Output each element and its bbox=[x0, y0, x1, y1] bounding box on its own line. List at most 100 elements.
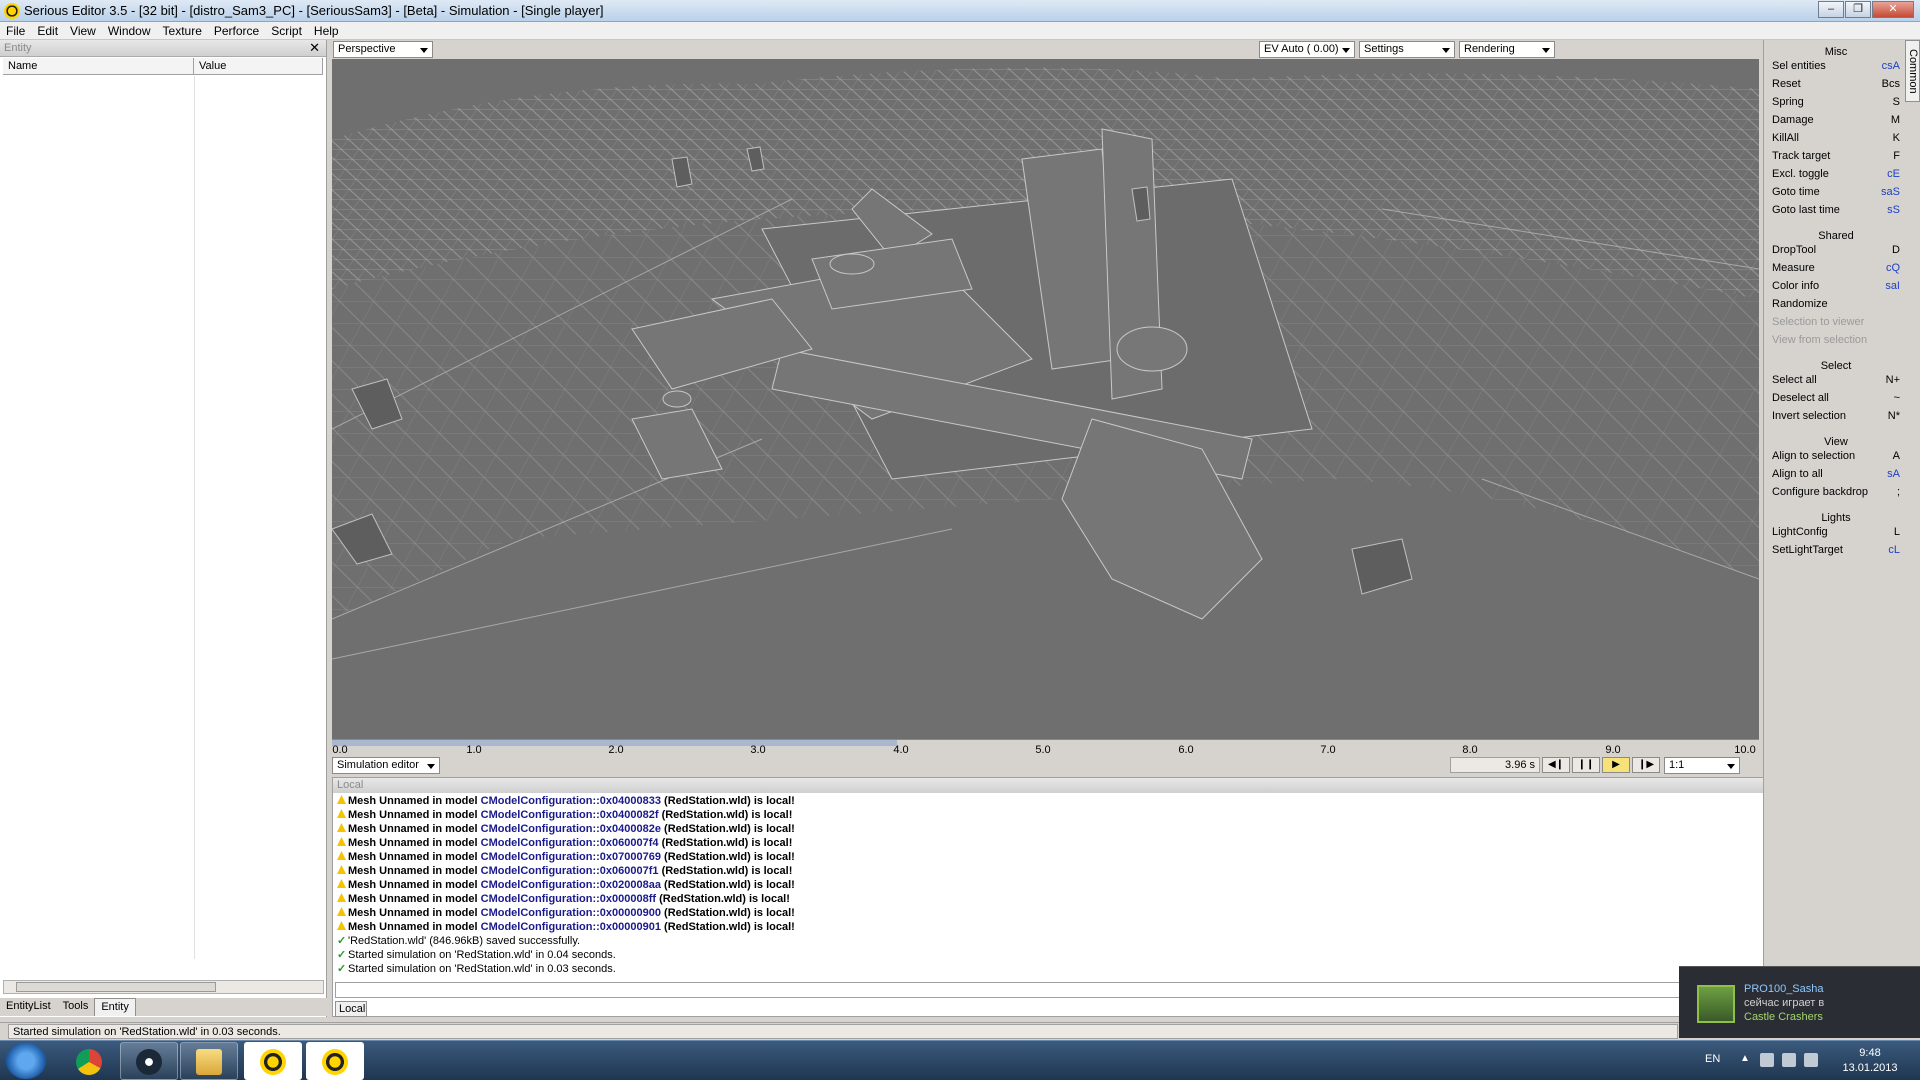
taskbar-chrome[interactable] bbox=[60, 1042, 118, 1080]
shortcut-item[interactable]: Reset Bcs bbox=[1772, 78, 1900, 94]
log-text: Mesh Unnamed in model bbox=[348, 921, 481, 933]
toast-action: сейчас играет в bbox=[1744, 997, 1825, 1009]
log-link[interactable]: CModelConfiguration::0x04000833 bbox=[481, 795, 661, 807]
action-center-icon[interactable] bbox=[1760, 1053, 1774, 1067]
log-link[interactable]: CModelConfiguration::0x060007f4 bbox=[481, 837, 659, 849]
start-button[interactable] bbox=[6, 1043, 46, 1079]
tab-common[interactable]: Common bbox=[1905, 40, 1920, 102]
close-button[interactable]: ✕ bbox=[1872, 1, 1914, 18]
taskbar-steam[interactable] bbox=[120, 1042, 178, 1080]
shortcut-item[interactable]: Goto time saS bbox=[1772, 186, 1900, 202]
shortcut-label: KillAll bbox=[1772, 132, 1799, 144]
timeline[interactable]: 0.0 1.0 2.0 3.0 4.0 5.0 6.0 7.0 8.0 9.0 … bbox=[332, 739, 1759, 756]
rendering-select[interactable]: Rendering bbox=[1459, 41, 1555, 58]
log-link[interactable]: CModelConfiguration::0x020008aa bbox=[481, 879, 661, 891]
step-forward-button[interactable]: ❙▶ bbox=[1632, 757, 1660, 773]
console-input[interactable] bbox=[335, 982, 1695, 998]
log-link[interactable]: CModelConfiguration::0x0400082e bbox=[481, 823, 661, 835]
shortcut-item[interactable]: Excl. toggle cE bbox=[1772, 168, 1900, 184]
menu-view[interactable]: View bbox=[64, 24, 102, 38]
speed-select[interactable]: 1:1 bbox=[1664, 757, 1740, 774]
menu-texture[interactable]: Texture bbox=[157, 24, 208, 38]
serious-sam-icon bbox=[322, 1049, 348, 1075]
tick-label: 9.0 bbox=[1605, 744, 1621, 756]
exposure-select[interactable]: EV Auto ( 0.00) bbox=[1259, 41, 1355, 58]
settings-select[interactable]: Settings bbox=[1359, 41, 1455, 58]
menu-file[interactable]: File bbox=[0, 24, 31, 38]
taskbar-serious-editor[interactable] bbox=[244, 1042, 302, 1080]
menu-script[interactable]: Script bbox=[265, 24, 308, 38]
scrollbar-thumb[interactable] bbox=[16, 982, 216, 992]
shortcut-label: Configure backdrop bbox=[1772, 486, 1869, 498]
shortcut-item[interactable]: Spring S bbox=[1772, 96, 1900, 112]
log-link[interactable]: CModelConfiguration::0x060007f1 bbox=[481, 865, 659, 877]
shortcut-key: cE bbox=[1887, 168, 1900, 180]
entity-panel-title: Entity bbox=[4, 42, 32, 54]
shortcut-key: D bbox=[1892, 244, 1900, 256]
shortcut-item[interactable]: Sel entities csA bbox=[1772, 60, 1900, 76]
language-indicator[interactable]: EN bbox=[1705, 1053, 1720, 1065]
warning-icon bbox=[337, 879, 346, 888]
section-heading: Misc bbox=[1824, 46, 1848, 58]
clock-time: 9:48 bbox=[1859, 1047, 1881, 1059]
log-link[interactable]: CModelConfiguration::0x00000900 bbox=[481, 907, 661, 919]
log-text: (RedStation.wld) is local! bbox=[658, 809, 793, 821]
clock[interactable]: 9:48 13.01.2013 bbox=[1830, 1046, 1910, 1076]
column-value[interactable]: Value bbox=[194, 58, 323, 74]
warning-icon bbox=[337, 907, 346, 916]
shortcut-item[interactable]: Align to all sA bbox=[1772, 468, 1900, 484]
volume-icon[interactable] bbox=[1804, 1053, 1818, 1067]
shortcut-item[interactable]: Align to selection A bbox=[1772, 450, 1900, 466]
steam-notification[interactable]: PRO100_Sasha сейчас играет в Castle Cras… bbox=[1679, 966, 1920, 1038]
shortcut-item[interactable]: Goto last time sS bbox=[1772, 204, 1900, 220]
pause-button[interactable]: ❙❙ bbox=[1572, 757, 1600, 773]
tab-local[interactable]: Local bbox=[335, 1001, 367, 1017]
log-link[interactable]: CModelConfiguration::0x07000769 bbox=[481, 851, 661, 863]
shortcut-item[interactable]: Color info saI bbox=[1772, 280, 1900, 296]
minimize-button[interactable]: – bbox=[1818, 1, 1844, 18]
shortcut-label: View from selection bbox=[1772, 334, 1868, 346]
maximize-button[interactable]: ❐ bbox=[1845, 1, 1871, 18]
shortcut-item[interactable]: Select all N+ bbox=[1772, 374, 1900, 390]
shortcut-item[interactable]: Track target F bbox=[1772, 150, 1900, 166]
view-mode-select[interactable]: Perspective bbox=[333, 41, 433, 58]
shortcut-item[interactable]: Randomize bbox=[1772, 298, 1900, 314]
log-text: Mesh Unnamed in model bbox=[348, 851, 481, 863]
step-back-button[interactable]: ◀❙ bbox=[1542, 757, 1570, 773]
shortcut-item[interactable]: LightConfig L bbox=[1772, 526, 1900, 542]
sim-mode-select[interactable]: Simulation editor bbox=[332, 757, 440, 774]
log-link[interactable]: CModelConfiguration::0x0400082f bbox=[481, 809, 659, 821]
checkmark-icon: ✓ bbox=[337, 963, 347, 975]
show-hidden-icon[interactable]: ▲ bbox=[1740, 1053, 1754, 1067]
shortcut-item[interactable]: Measure cQ bbox=[1772, 262, 1900, 278]
log-link[interactable]: CModelConfiguration::0x000008ff bbox=[481, 893, 656, 905]
shortcut-item[interactable]: Configure backdrop; bbox=[1772, 486, 1900, 502]
menu-edit[interactable]: Edit bbox=[31, 24, 64, 38]
network-icon[interactable] bbox=[1782, 1053, 1796, 1067]
play-button[interactable]: ▶ bbox=[1602, 757, 1630, 773]
shortcut-item[interactable]: Invert selection N* bbox=[1772, 410, 1900, 426]
horizontal-scrollbar[interactable] bbox=[3, 980, 324, 994]
taskbar-serious-sam[interactable] bbox=[306, 1042, 364, 1080]
shortcut-key: saS bbox=[1881, 186, 1900, 198]
menu-window[interactable]: Window bbox=[102, 24, 157, 38]
log-line: Mesh Unnamed in model CModelConfiguratio… bbox=[337, 906, 1917, 920]
close-icon[interactable]: ✕ bbox=[309, 40, 320, 56]
taskbar-explorer[interactable] bbox=[180, 1042, 238, 1080]
shortcut-item[interactable]: KillAll K bbox=[1772, 132, 1900, 148]
tab-entity[interactable]: Entity bbox=[94, 998, 136, 1016]
shortcut-item[interactable]: SetLightTarget cL bbox=[1772, 544, 1900, 560]
shortcut-item[interactable]: DropTool D bbox=[1772, 244, 1900, 260]
tab-entitylist[interactable]: EntityList bbox=[0, 998, 57, 1016]
3d-viewport[interactable] bbox=[332, 59, 1759, 739]
warning-icon bbox=[337, 921, 346, 930]
shortcut-item[interactable]: Deselect all ~ bbox=[1772, 392, 1900, 408]
log-link[interactable]: CModelConfiguration::0x00000901 bbox=[481, 921, 661, 933]
shortcut-item[interactable]: Damage M bbox=[1772, 114, 1900, 130]
tab-tools[interactable]: Tools bbox=[57, 998, 95, 1016]
column-name[interactable]: Name bbox=[3, 58, 194, 74]
shortcut-label: Track target bbox=[1772, 150, 1831, 162]
property-grid[interactable] bbox=[3, 76, 324, 959]
menu-perforce[interactable]: Perforce bbox=[208, 24, 265, 38]
menu-help[interactable]: Help bbox=[308, 24, 345, 38]
